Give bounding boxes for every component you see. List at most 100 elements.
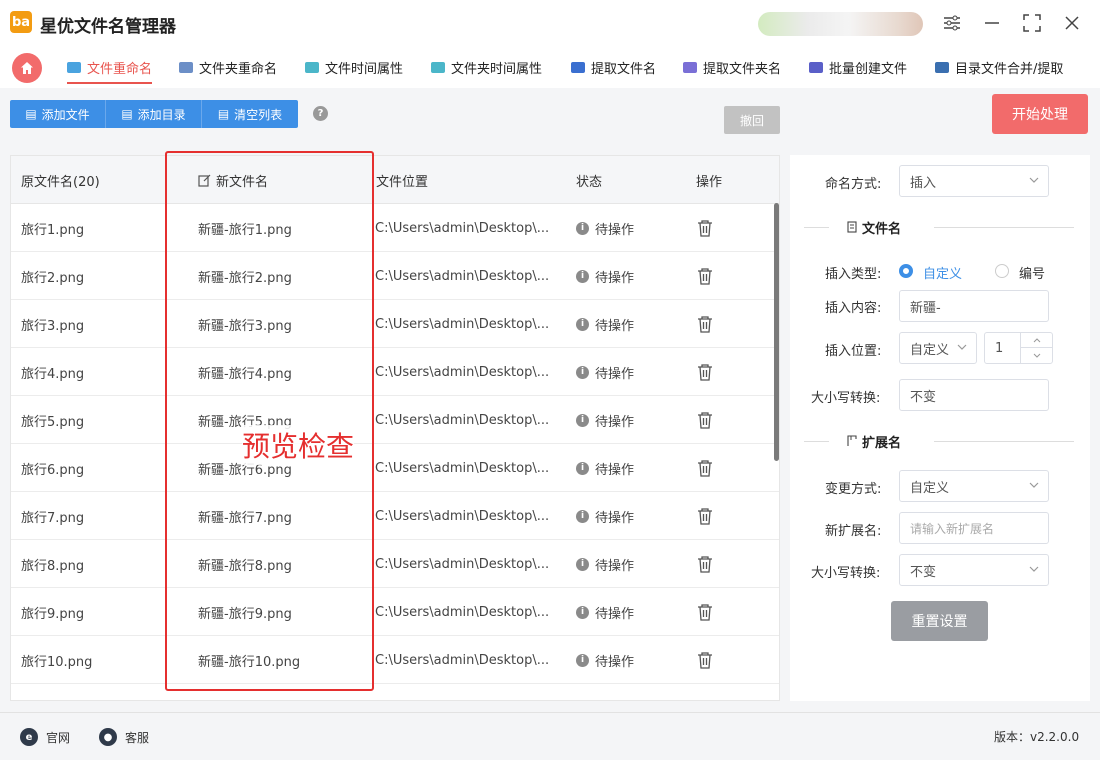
table-row[interactable]: 旅行9.png 新疆-旅行9.png C:\Users\admin\Desktop\… [11, 588, 779, 636]
folder-time-icon [431, 61, 445, 73]
status-cell: i 待操作 [576, 300, 634, 348]
original-name-cell: 旅行7.png [21, 510, 85, 526]
stepper-down-icon[interactable] [1021, 348, 1052, 363]
add-file-button[interactable]: ▤ 添加文件 [10, 100, 106, 128]
insert-position-label: 插入位置: [825, 344, 882, 359]
minimize-icon[interactable] [979, 10, 1005, 36]
tab-file-rename[interactable]: 文件重命名 [67, 46, 153, 88]
new-extension-input[interactable]: 请输入新扩展名 [899, 512, 1049, 544]
tab-extract-foldername[interactable]: 提取文件夹名 [683, 46, 781, 88]
stepper-up-icon[interactable] [1021, 333, 1052, 348]
delete-row-icon[interactable] [697, 540, 713, 588]
status-cell: i 待操作 [576, 396, 634, 444]
tab-batch-create[interactable]: 批量创建文件 [809, 46, 907, 88]
location-cell: C:\Users\admin\Desktop\... [375, 412, 550, 428]
info-icon: i [576, 365, 589, 379]
naming-mode-label: 命名方式: [825, 177, 882, 192]
tab-extract-filename[interactable]: 提取文件名 [571, 46, 656, 88]
original-name-cell: 旅行4.png [21, 366, 85, 382]
tab-folder-rename[interactable]: 文件夹重命名 [179, 46, 277, 88]
header-location: 文件位置 [376, 174, 429, 190]
insert-type-custom-radio[interactable] [899, 264, 913, 278]
original-name-cell: 旅行8.png [21, 558, 85, 574]
directory-icon: ▤ [121, 107, 133, 121]
insert-type-label: 插入类型: [825, 267, 882, 282]
table-row[interactable]: 旅行3.png 新疆-旅行3.png C:\Users\admin\Desktop\… [11, 300, 779, 348]
folder-rename-icon [179, 61, 193, 73]
original-name-cell: 旅行1.png [21, 222, 85, 238]
info-icon: i [576, 317, 589, 331]
start-processing-button[interactable]: 开始处理 [992, 94, 1088, 134]
website-link[interactable]: e 官网 [20, 728, 70, 746]
tab-file-time[interactable]: 文件时间属性 [305, 46, 403, 88]
delete-row-icon[interactable] [697, 204, 713, 252]
table-row[interactable]: 旅行7.png 新疆-旅行7.png C:\Users\admin\Desktop\… [11, 492, 779, 540]
extension-section: 扩展名 [804, 431, 1074, 451]
location-cell: C:\Users\admin\Desktop\... [375, 268, 550, 284]
info-icon: i [576, 605, 589, 619]
file-rename-icon [67, 61, 81, 73]
tab-folder-time[interactable]: 文件夹时间属性 [431, 46, 542, 88]
filename-section: 文件名 [804, 217, 1074, 237]
close-icon[interactable] [1059, 10, 1085, 36]
change-mode-select[interactable]: 自定义 [899, 470, 1049, 502]
settings-sliders-icon[interactable] [939, 10, 965, 36]
file-time-icon [305, 61, 319, 73]
delete-row-icon[interactable] [697, 348, 713, 396]
delete-row-icon[interactable] [697, 252, 713, 300]
delete-row-icon[interactable] [697, 396, 713, 444]
table-row[interactable]: 旅行1.png 新疆-旅行1.png C:\Users\admin\Desktop\… [11, 204, 779, 252]
delete-row-icon[interactable] [697, 300, 713, 348]
location-cell: C:\Users\admin\Desktop\... [375, 652, 550, 668]
version-label: 版本：v2.2.0.0 [994, 730, 1080, 744]
delete-row-icon[interactable] [697, 444, 713, 492]
home-icon [21, 62, 33, 74]
batch-create-icon [809, 61, 823, 73]
original-name-cell: 旅行10.png [21, 654, 93, 670]
original-name-cell: 旅行5.png [21, 414, 85, 430]
insert-content-input[interactable]: 新疆- [899, 290, 1049, 322]
case-conversion-select[interactable]: 不变 [899, 379, 1049, 411]
insert-type-number-radio[interactable] [995, 264, 1009, 278]
table-row[interactable]: 旅行10.png 新疆-旅行10.png C:\Users\admin\Deskto… [11, 636, 779, 684]
insert-position-select[interactable]: 自定义 [899, 332, 977, 364]
naming-mode-select[interactable]: 插入 [899, 165, 1049, 197]
support-link[interactable]: ● 客服 [99, 728, 149, 746]
insert-position-stepper[interactable]: 1 [984, 332, 1053, 364]
app-logo-icon: ba [10, 11, 32, 33]
delete-row-icon[interactable] [697, 492, 713, 540]
extension-case-label: 大小写转换: [811, 566, 881, 581]
home-button[interactable] [12, 53, 42, 83]
add-directory-button[interactable]: ▤ 添加目录 [106, 100, 202, 128]
status-cell: i 待操作 [576, 204, 634, 252]
table-row[interactable]: 旅行6.png 新疆-旅行6.png C:\Users\admin\Desktop\… [11, 444, 779, 492]
table-row[interactable]: 旅行4.png 新疆-旅行4.png C:\Users\admin\Desktop\… [11, 348, 779, 396]
delete-row-icon[interactable] [697, 588, 713, 636]
tab-merge-extract[interactable]: 目录文件合并/提取 [935, 46, 1063, 88]
avatar[interactable] [758, 12, 923, 36]
insert-type-custom-label[interactable]: 自定义 [923, 263, 962, 282]
clear-list-button[interactable]: ▤ 清空列表 [202, 100, 298, 128]
table-row[interactable]: 旅行5.png 新疆-旅行5.png C:\Users\admin\Desktop\… [11, 396, 779, 444]
insert-type-number-label[interactable]: 编号 [1019, 263, 1045, 282]
change-mode-label: 变更方式: [825, 482, 882, 497]
table-scrollbar[interactable] [774, 203, 779, 461]
reset-settings-button[interactable]: 重置设置 [891, 601, 988, 641]
table-header: 原文件名(20) 新文件名 文件位置 状态 操作 [11, 156, 779, 204]
status-cell: i 待操作 [576, 444, 634, 492]
original-name-cell: 旅行2.png [21, 270, 85, 286]
chevron-down-icon [1029, 177, 1039, 183]
info-icon: i [576, 509, 589, 523]
delete-row-icon[interactable] [697, 636, 713, 684]
location-cell: C:\Users\admin\Desktop\... [375, 508, 550, 524]
extension-case-select[interactable]: 不变 [899, 554, 1049, 586]
extract-filename-icon [571, 61, 585, 73]
table-row[interactable]: 旅行2.png 新疆-旅行2.png C:\Users\admin\Desktop\… [11, 252, 779, 300]
help-icon[interactable]: ? [313, 106, 328, 121]
app-title: 星优文件名管理器 [40, 17, 176, 37]
table-row[interactable]: 旅行8.png 新疆-旅行8.png C:\Users\admin\Desktop\… [11, 540, 779, 588]
undo-button[interactable]: 撤回 [724, 106, 780, 134]
nav-bar: 文件重命名 文件夹重命名 文件时间属性 文件夹时间属性 提取文件名 提取文件夹名… [0, 46, 1100, 88]
maximize-icon[interactable] [1019, 10, 1045, 36]
status-cell: i 待操作 [576, 252, 634, 300]
